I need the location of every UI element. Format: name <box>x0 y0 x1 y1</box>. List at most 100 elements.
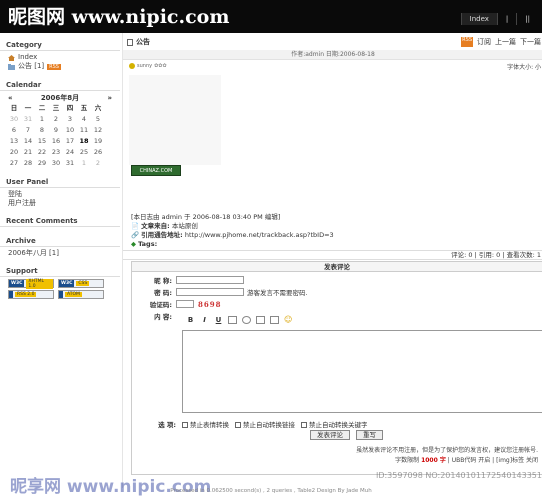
nav-item-2[interactable]: | <box>496 13 516 25</box>
form-buttons: 发表评论 重写 <box>310 430 383 440</box>
calendar-day[interactable]: 14 <box>21 136 35 147</box>
calendar-day[interactable]: 17 <box>63 136 77 147</box>
comment-textarea[interactable] <box>182 330 542 413</box>
calendar-day[interactable]: 13 <box>7 136 21 147</box>
rss-badge[interactable]: RSS <box>47 63 61 70</box>
underline-button[interactable]: U <box>214 316 223 324</box>
reset-button[interactable]: 重写 <box>356 430 383 440</box>
calendar-day[interactable]: 1 <box>35 114 49 125</box>
option-disable-keywords[interactable]: 禁止自动转换关键字 <box>301 419 368 429</box>
verify-input[interactable] <box>176 300 194 308</box>
trackback-url[interactable]: http://www.pjhome.net/trackback.asp?tbID… <box>185 231 334 239</box>
calendar-day[interactable]: 9 <box>49 125 63 136</box>
header-bar: 昵图网 www.nipic.com Index | || <box>0 0 542 33</box>
nav-index[interactable]: Index <box>460 13 497 25</box>
subscribe-link[interactable]: 订阅 <box>477 37 491 47</box>
calendar-day[interactable]: 19 <box>91 136 105 147</box>
category-block: Category Index 公告 [1] RSS <box>0 40 120 71</box>
link-icon[interactable] <box>242 315 251 324</box>
font-size-control[interactable]: 字体大小: 小 <box>507 62 541 71</box>
calendar-day[interactable]: 6 <box>7 125 21 136</box>
calendar-day[interactable]: 4 <box>77 114 91 125</box>
tags-line: ◆ Tags: <box>131 240 531 249</box>
category-item-index[interactable]: Index <box>0 53 120 62</box>
calendar-day[interactable]: 2 <box>91 158 105 169</box>
sidebar: Category Index 公告 [1] RSS Calendar « 200… <box>0 36 120 476</box>
calendar-month: 2006年8月 <box>40 94 80 102</box>
calendar-day[interactable]: 31 <box>63 158 77 169</box>
archive-item[interactable]: 2006年八月 [1] <box>0 249 120 258</box>
verify-code-image[interactable]: 8698 <box>198 300 221 309</box>
italic-button[interactable]: I <box>200 316 209 324</box>
calendar-day[interactable]: 29 <box>35 158 49 169</box>
weekday-label: 六 <box>94 104 102 112</box>
submit-comment-button[interactable]: 发表评论 <box>310 430 350 440</box>
recent-comments-title: Recent Comments <box>0 216 120 227</box>
nav-item-3[interactable]: || <box>516 13 538 25</box>
calendar-day[interactable]: 30 <box>7 114 21 125</box>
rss-icon[interactable]: RSS <box>461 37 473 47</box>
bold-button[interactable]: B <box>186 316 195 324</box>
category-item-notice[interactable]: 公告 [1] RSS <box>0 62 120 71</box>
calendar-day[interactable]: 24 <box>63 147 77 158</box>
tag-icon: ◆ <box>131 240 136 248</box>
calendar-day[interactable]: 21 <box>21 147 35 158</box>
next-post-link[interactable]: 下一篇 <box>520 37 541 47</box>
calendar-day[interactable]: 11 <box>77 125 91 136</box>
calendar-next-button[interactable]: » <box>107 93 112 103</box>
checkbox[interactable] <box>301 422 307 428</box>
calendar-day[interactable]: 20 <box>7 147 21 158</box>
option-disable-autolink[interactable]: 禁止自动转换链接 <box>235 419 295 429</box>
verify-row: 验证码: 8698 <box>132 299 221 310</box>
image-icon[interactable] <box>228 315 237 324</box>
email-icon[interactable] <box>256 315 265 324</box>
calendar-day[interactable]: 3 <box>63 114 77 125</box>
checkbox[interactable] <box>182 422 188 428</box>
smiley-icon[interactable]: ☺ <box>284 315 292 324</box>
chinaz-logo[interactable]: CHINAZ.COM <box>131 165 181 176</box>
calendar-day[interactable]: 28 <box>21 158 35 169</box>
calendar-day[interactable]: 8 <box>35 125 49 136</box>
password-input[interactable] <box>176 288 244 296</box>
trackback-line: 🔗 引用通告地址: http://www.pjhome.net/trackbac… <box>131 231 531 240</box>
post-meta: 作者:admin 日期:2006-08-18 <box>123 50 542 60</box>
rss-feed-badge[interactable]: RSS 2.0 <box>8 290 54 299</box>
login-link[interactable]: 登陆 <box>0 190 120 199</box>
post-title: 公告 <box>127 37 150 47</box>
checkbox[interactable] <box>235 422 241 428</box>
calendar-day[interactable]: 22 <box>35 147 49 158</box>
document-icon <box>127 38 133 46</box>
calendar-day[interactable]: 12 <box>91 125 105 136</box>
atom-feed-badge[interactable]: ATOM <box>58 290 104 299</box>
calendar-day[interactable]: 26 <box>91 147 105 158</box>
calendar-prev-button[interactable]: « <box>8 93 13 103</box>
calendar-day[interactable]: 27 <box>7 158 21 169</box>
calendar-day[interactable]: 31 <box>21 114 35 125</box>
calendar-day[interactable]: 1 <box>77 158 91 169</box>
xhtml-badge[interactable]: W3C XHTML 1.0 <box>8 278 54 289</box>
option-disable-smilies[interactable]: 禁止表情转换 <box>182 419 229 429</box>
calendar-day[interactable]: 5 <box>91 114 105 125</box>
calendar-day[interactable]: 2 <box>49 114 63 125</box>
calendar-day[interactable]: 7 <box>21 125 35 136</box>
archive-title: Archive <box>0 236 120 247</box>
css-badge[interactable]: W3C CSS <box>58 279 104 288</box>
calendar-day[interactable]: 15 <box>35 136 49 147</box>
weekday-label: 三 <box>52 104 60 112</box>
nickname-input[interactable] <box>176 276 244 284</box>
calendar-day[interactable]: 30 <box>49 158 63 169</box>
password-hint: 游客发言不需要密码. <box>247 289 308 297</box>
post-tools: RSS 订阅 上一篇 下一篇 <box>461 37 541 47</box>
register-note: 虽然发表评论不用注册，但是为了保护您的发言权，建议您注册帐号. <box>356 447 538 454</box>
category-item-label: Index <box>18 53 38 61</box>
calendar-day[interactable]: 23 <box>49 147 63 158</box>
quote-icon[interactable] <box>270 315 279 324</box>
calendar-day[interactable]: 16 <box>49 136 63 147</box>
main-content: 公告 RSS 订阅 上一篇 下一篇 作者:admin 日期:2006-08-18… <box>122 33 542 488</box>
prev-post-link[interactable]: 上一篇 <box>495 37 516 47</box>
register-link[interactable]: 用户注册 <box>0 199 120 208</box>
calendar-day[interactable]: 25 <box>77 147 91 158</box>
calendar-day[interactable]: 10 <box>63 125 77 136</box>
calendar-day[interactable]: 18 <box>77 136 91 147</box>
trackback-icon: 🔗 <box>131 231 140 239</box>
